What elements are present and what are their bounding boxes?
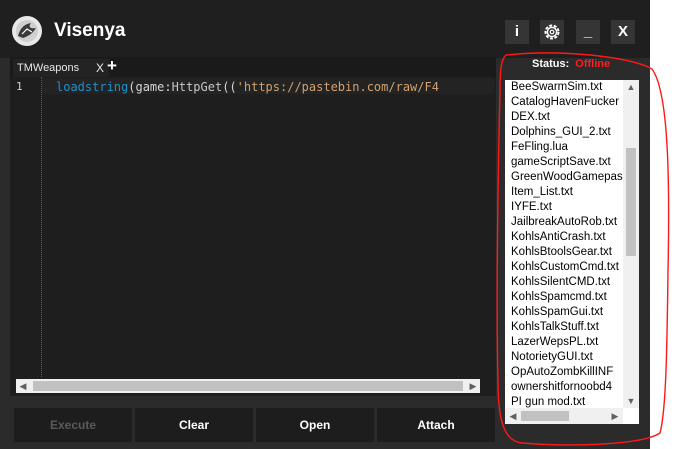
tab-tmweapons[interactable]: TMWeapons X (13, 59, 109, 77)
file-list-item[interactable]: CatalogHavenFucker (505, 95, 623, 110)
file-list-item[interactable]: KohlsCustomCmd.txt (505, 260, 623, 275)
dragon-logo-icon (12, 16, 42, 46)
file-list-item[interactable]: KohlsSpamcmd.txt (505, 290, 623, 305)
scrollbar-thumb[interactable] (33, 381, 463, 391)
scroll-down-arrow-icon[interactable]: ▼ (623, 394, 639, 408)
status-label: Status: (532, 58, 570, 70)
file-list-item[interactable]: KohlsBtoolsGear.txt (505, 245, 623, 260)
file-list-item[interactable]: Dolphins_GUI_2.txt (505, 125, 623, 140)
line-number: 1 (16, 80, 23, 93)
scroll-left-arrow-icon[interactable]: ◀ (506, 409, 520, 423)
file-list-item[interactable]: LazerWepsPL.txt (505, 335, 623, 350)
file-list-item[interactable]: DEX.txt (505, 110, 623, 125)
file-list-item[interactable]: BeeSwarmSim.txt (505, 80, 623, 95)
code-token: : (164, 80, 172, 94)
file-list-item[interactable]: KohlsTalkStuff.txt (505, 320, 623, 335)
code-token: 'https://pastebin.com/raw/F4 (236, 80, 439, 94)
code-token: (( (222, 80, 237, 94)
scrollbar-thumb[interactable] (626, 148, 636, 256)
attach-button[interactable]: Attach (377, 408, 495, 442)
open-button[interactable]: Open (256, 408, 374, 442)
code-token: HttpGet (171, 80, 223, 94)
minimize-button[interactable]: _ (576, 20, 600, 44)
file-items: BeeSwarmSim.txt CatalogHavenFucker DEX.txt… (505, 80, 623, 408)
script-editor-panel: TMWeapons X + 1 loadstring(game:HttpGet(… (10, 56, 496, 396)
file-list-item[interactable]: GreenWoodGamepas (505, 170, 623, 185)
settings-button[interactable] (540, 20, 564, 44)
code-editor[interactable]: 1 loadstring(game:HttpGet(('https://past… (10, 77, 494, 377)
status-value: Offline (575, 58, 611, 70)
file-list-item[interactable]: PI gun mod.txt (505, 395, 623, 408)
code-token: game (135, 80, 165, 94)
file-list-item[interactable]: KohlsAntiCrash.txt (505, 230, 623, 245)
scroll-right-arrow-icon[interactable]: ▶ (608, 409, 622, 423)
status-indicator: Status: Offline (532, 58, 610, 70)
execute-button[interactable]: Execute (14, 408, 132, 442)
scroll-up-arrow-icon[interactable]: ▲ (623, 80, 639, 94)
editor-horizontal-scrollbar[interactable]: ◀ ▶ (16, 379, 480, 393)
file-list-item[interactable]: FeFling.lua (505, 140, 623, 155)
app-window: Visenya i _ X TMWeapons X + 1 loadstring… (0, 0, 650, 449)
title-bar[interactable]: Visenya i _ X (0, 0, 650, 58)
tab-close-button[interactable]: X (96, 61, 104, 75)
file-list-item[interactable]: ownershitfornoobd4 (505, 380, 623, 395)
file-list-vertical-scrollbar[interactable]: ▲ ▼ (623, 80, 639, 408)
clear-button[interactable]: Clear (135, 408, 253, 442)
file-list-item[interactable]: NotorietyGUI.txt (505, 350, 623, 365)
file-list-item[interactable]: IYFE.txt (505, 200, 623, 215)
scrollbar-thumb[interactable] (521, 411, 569, 421)
scroll-left-arrow-icon[interactable]: ◀ (16, 379, 30, 393)
gutter-divider (41, 77, 42, 377)
gear-icon (544, 24, 560, 40)
close-button[interactable]: X (611, 20, 635, 44)
file-list-item[interactable]: Item_List.txt (505, 185, 623, 200)
script-file-list[interactable]: BeeSwarmSim.txt CatalogHavenFucker DEX.txt… (505, 80, 639, 424)
file-list-horizontal-scrollbar[interactable]: ◀ ▶ (505, 408, 623, 424)
file-list-item[interactable]: KohlsSilentCMD.txt (505, 275, 623, 290)
file-list-item[interactable]: OpAutoZombKillINF (505, 365, 623, 380)
file-list-item[interactable]: KohlsSpamGui.txt (505, 305, 623, 320)
code-token: loadstring (56, 80, 129, 94)
app-title: Visenya (54, 20, 126, 41)
info-button[interactable]: i (505, 20, 529, 44)
scroll-right-arrow-icon[interactable]: ▶ (466, 379, 480, 393)
file-list-item[interactable]: JailbreakAutoRob.txt (505, 215, 623, 230)
code-line: loadstring(game:HttpGet(('https://pasteb… (56, 80, 491, 94)
tab-label: TMWeapons (17, 62, 80, 74)
tab-strip: TMWeapons X + (10, 56, 496, 77)
add-tab-button[interactable]: + (107, 56, 117, 76)
file-list-item[interactable]: gameScriptSave.txt (505, 155, 623, 170)
